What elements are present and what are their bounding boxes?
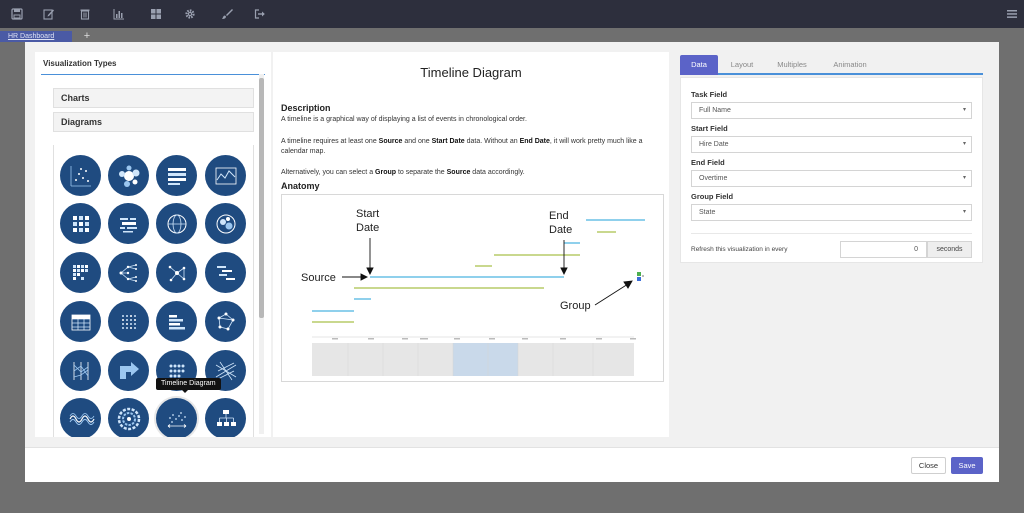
start-date-label: Start: [356, 208, 379, 220]
top-toolbar: [0, 0, 1024, 28]
accordion-charts[interactable]: Charts: [53, 88, 254, 108]
flow-arrow-icon[interactable]: [108, 350, 149, 391]
panel-title: Visualization Types: [43, 59, 117, 68]
end-date-label: End: [549, 210, 569, 222]
data-table-icon[interactable]: [60, 301, 101, 342]
timeline-bars: [312, 219, 645, 323]
table-list-icon[interactable]: [156, 155, 197, 196]
task-field-select[interactable]: Full Name ▾: [691, 102, 972, 119]
chevron-down-icon: ▾: [962, 141, 966, 147]
data-settings-form: Task Field Full Name ▾ Start Field Hire D…: [680, 77, 983, 263]
description-heading: Description: [281, 103, 331, 113]
globe-icon[interactable]: [156, 203, 197, 244]
description-panel: Timeline Diagram Description A timeline …: [273, 52, 669, 437]
sign-out-icon[interactable]: [243, 0, 277, 28]
packed-circles-icon[interactable]: [205, 203, 246, 244]
timeline-diagram-icon[interactable]: [156, 398, 197, 437]
modal-footer: Close Save: [25, 447, 999, 482]
node-graph-icon[interactable]: [205, 301, 246, 342]
start-field-label: Start Field: [691, 124, 728, 133]
stream-wave-icon[interactable]: [60, 398, 101, 437]
task-field-label: Task Field: [691, 90, 728, 99]
source-label: Source: [301, 272, 336, 284]
tab-multiples[interactable]: Multiples: [766, 55, 818, 75]
bar-chart-icon[interactable]: [102, 0, 136, 28]
dashboard-tabbar: [0, 28, 1024, 42]
tab-layout[interactable]: Layout: [720, 55, 764, 75]
bubble-diagram-icon[interactable]: [108, 155, 149, 196]
area-map-icon[interactable]: [205, 155, 246, 196]
parallel-coordinates-icon[interactable]: [60, 350, 101, 391]
visualization-modal: Visualization Types Charts Diagrams Time…: [25, 42, 999, 482]
group-field-select[interactable]: State ▾: [691, 204, 972, 221]
word-cloud-icon[interactable]: [108, 203, 149, 244]
org-chart-icon[interactable]: [205, 398, 246, 437]
scrollbar-thumb[interactable]: [259, 78, 264, 318]
gantt-icon[interactable]: [205, 252, 246, 293]
trash-icon[interactable]: [68, 0, 102, 28]
refresh-label: Refresh this visualization in every: [691, 246, 788, 253]
accordion-diagrams[interactable]: Diagrams: [53, 112, 254, 132]
tab-hr-dashboard[interactable]: HR Dashboard: [0, 31, 72, 42]
gear-icon[interactable]: [173, 0, 207, 28]
network-icon[interactable]: [156, 252, 197, 293]
scatter-diagram-icon[interactable]: [60, 155, 101, 196]
timeline-tooltip: Timeline Diagram: [156, 378, 221, 393]
bar-list-icon[interactable]: [156, 301, 197, 342]
refresh-interval-input[interactable]: 0: [840, 241, 927, 258]
page-title: Timeline Diagram: [420, 65, 522, 80]
settings-tabs: Data Layout Multiples Animation: [680, 55, 983, 75]
chevron-down-icon: ▾: [962, 175, 966, 181]
form-divider: [691, 233, 972, 234]
start-field-select[interactable]: Hire Date ▾: [691, 136, 972, 153]
edit-icon[interactable]: [32, 0, 66, 28]
save-button[interactable]: Save: [951, 457, 983, 474]
tab-animation[interactable]: Animation: [820, 55, 880, 75]
dashboard-grid-icon[interactable]: [139, 0, 173, 28]
brush-icon[interactable]: [210, 0, 244, 28]
end-date-label-2: Date: [549, 224, 572, 236]
description-text-1: A timeline is a graphical way of display…: [281, 116, 527, 123]
dot-matrix-icon[interactable]: [108, 301, 149, 342]
anatomy-diagram: Start Date End Date Source Group: [281, 194, 664, 382]
group-label: Group: [560, 300, 591, 312]
tree-diagram-icon[interactable]: [108, 252, 149, 293]
tab-data[interactable]: Data: [680, 55, 718, 75]
end-field-select[interactable]: Overtime ▾: [691, 170, 972, 187]
chevron-down-icon: ▾: [962, 107, 966, 113]
heatmap-grid-icon[interactable]: [60, 203, 101, 244]
modal-body: Visualization Types Charts Diagrams Time…: [25, 42, 999, 447]
sunburst-icon[interactable]: [108, 398, 149, 437]
description-text-3: Alternatively, you can select a Group to…: [281, 169, 525, 176]
start-date-label-2: Date: [356, 222, 379, 234]
menu-icon[interactable]: [995, 0, 1024, 28]
save-icon[interactable]: [0, 0, 34, 28]
chevron-down-icon: ▾: [962, 209, 966, 215]
settings-panel: Data Layout Multiples Animation Task Fie…: [672, 52, 988, 437]
matrix-icon[interactable]: [60, 252, 101, 293]
description-text-2: A timeline requires at least one Source …: [281, 138, 643, 155]
visualization-types-panel: Visualization Types Charts Diagrams Time…: [35, 52, 271, 437]
anatomy-heading: Anatomy: [281, 181, 320, 191]
group-field-label: Group Field: [691, 192, 734, 201]
refresh-unit-addon: seconds: [927, 241, 972, 258]
add-tab-button[interactable]: +: [80, 30, 94, 42]
close-button[interactable]: Close: [911, 457, 946, 474]
end-field-label: End Field: [691, 158, 725, 167]
grid-scrollbar[interactable]: [259, 74, 264, 434]
title-underline: [41, 74, 265, 75]
